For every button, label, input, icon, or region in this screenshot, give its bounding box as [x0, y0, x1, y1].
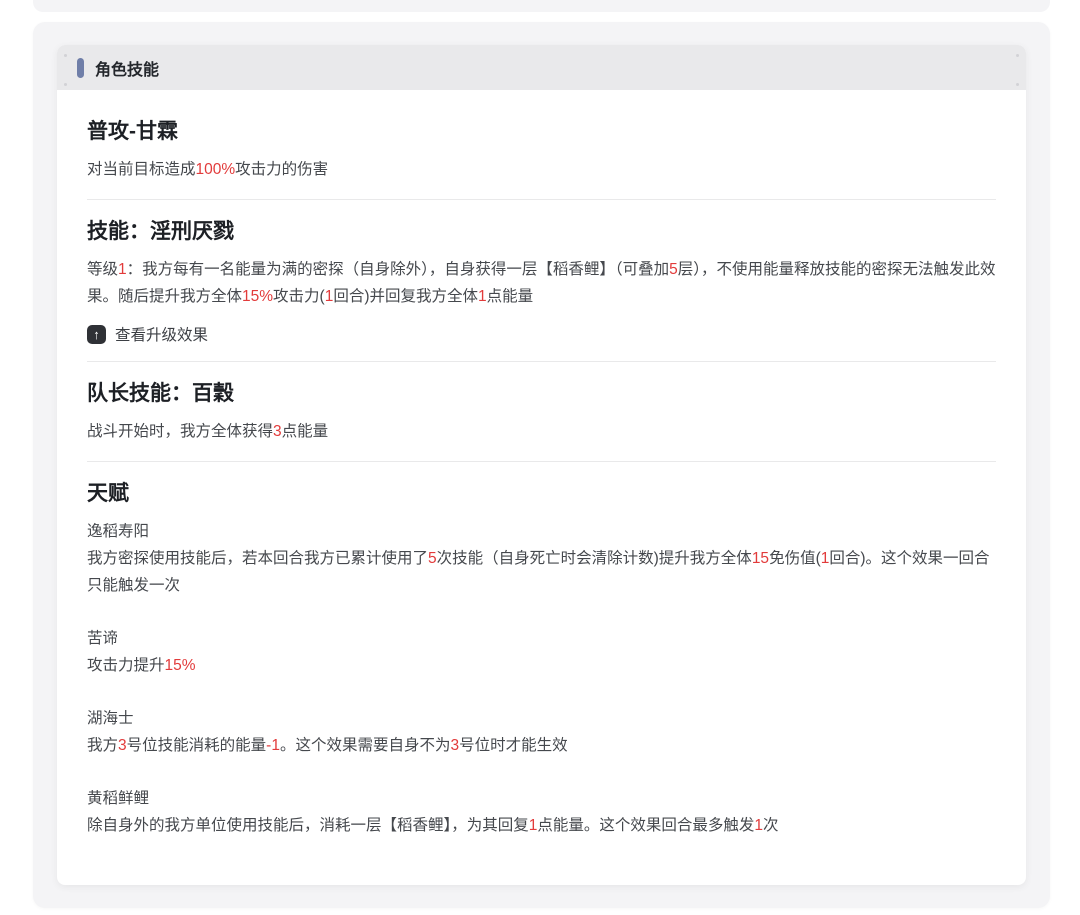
talent-name: 逸稻寿阳: [87, 523, 150, 540]
panel-header: 角色技能: [57, 45, 1026, 90]
talent-item: 苦谛 攻击力提升15%: [87, 625, 996, 679]
talent-name: 苦谛: [87, 630, 119, 647]
section-talents: 天赋 逸稻寿阳 我方密探使用技能后，若本回合我方已累计使用了5次技能（自身死亡时…: [87, 480, 996, 839]
basic-attack-title: 普攻-甘霖: [87, 120, 178, 143]
divider: [87, 199, 996, 200]
skills-panel: 角色技能 普攻-甘霖 对当前目标造成100%攻击力的伤害 技能：淫刑厌戮 等级1…: [57, 45, 1026, 885]
section-skill: 技能：淫刑厌戮 等级1：我方每有一名能量为满的密探（自身除外），自身获得一层【稻…: [87, 218, 996, 345]
leader-skill-desc: 战斗开始时，我方全体获得3点能量: [87, 423, 329, 440]
corner-dot: [64, 83, 67, 86]
talent-item: 黄稻鲜鲤 除自身外的我方单位使用技能后，消耗一层【稻香鲤】，为其回复1点能量。这…: [87, 785, 996, 839]
talent-name: 黄稻鲜鲤: [87, 790, 150, 807]
corner-dot: [64, 54, 67, 57]
skill-desc: 等级1：我方每有一名能量为满的密探（自身除外），自身获得一层【稻香鲤】（可叠加5…: [87, 261, 996, 305]
up-arrow-icon: ↑: [87, 324, 106, 344]
corner-dot: [1016, 83, 1019, 86]
talent-item: 逸稻寿阳 我方密探使用技能后，若本回合我方已累计使用了5次技能（自身死亡时会清除…: [87, 518, 996, 599]
view-upgrade-button[interactable]: ↑ 查看升级效果: [87, 323, 208, 345]
talent-item: 湖海士 我方3号位技能消耗的能量-1。这个效果需要自身不为3号位时才能生效: [87, 705, 996, 759]
corner-dot: [1016, 54, 1019, 57]
previous-section-edge: [33, 0, 1050, 12]
divider: [87, 361, 996, 362]
divider: [87, 461, 996, 462]
talent-desc: 除自身外的我方单位使用技能后，消耗一层【稻香鲤】，为其回复1点能量。这个效果回合…: [87, 817, 779, 834]
talent-desc: 我方密探使用技能后，若本回合我方已累计使用了5次技能（自身死亡时会清除计数)提升…: [87, 550, 990, 594]
talent-name: 湖海士: [87, 710, 134, 727]
view-upgrade-label: 查看升级效果: [115, 327, 209, 344]
accent-bar-icon: [77, 57, 84, 78]
leader-skill-title: 队长技能：百穀: [87, 382, 234, 405]
panel-title: 角色技能: [95, 61, 160, 79]
talent-desc: 攻击力提升15%: [87, 657, 196, 674]
basic-attack-desc: 对当前目标造成100%攻击力的伤害: [87, 161, 329, 178]
talent-desc: 我方3号位技能消耗的能量-1。这个效果需要自身不为3号位时才能生效: [87, 737, 568, 754]
skill-title: 技能：淫刑厌戮: [87, 220, 234, 243]
talents-title: 天赋: [87, 482, 129, 505]
skills-section-card: 角色技能 普攻-甘霖 对当前目标造成100%攻击力的伤害 技能：淫刑厌戮 等级1…: [33, 22, 1050, 908]
section-leader-skill: 队长技能：百穀 战斗开始时，我方全体获得3点能量: [87, 380, 996, 445]
panel-body: 普攻-甘霖 对当前目标造成100%攻击力的伤害 技能：淫刑厌戮 等级1：我方每有…: [57, 90, 1026, 885]
section-basic-attack: 普攻-甘霖 对当前目标造成100%攻击力的伤害: [87, 118, 996, 183]
